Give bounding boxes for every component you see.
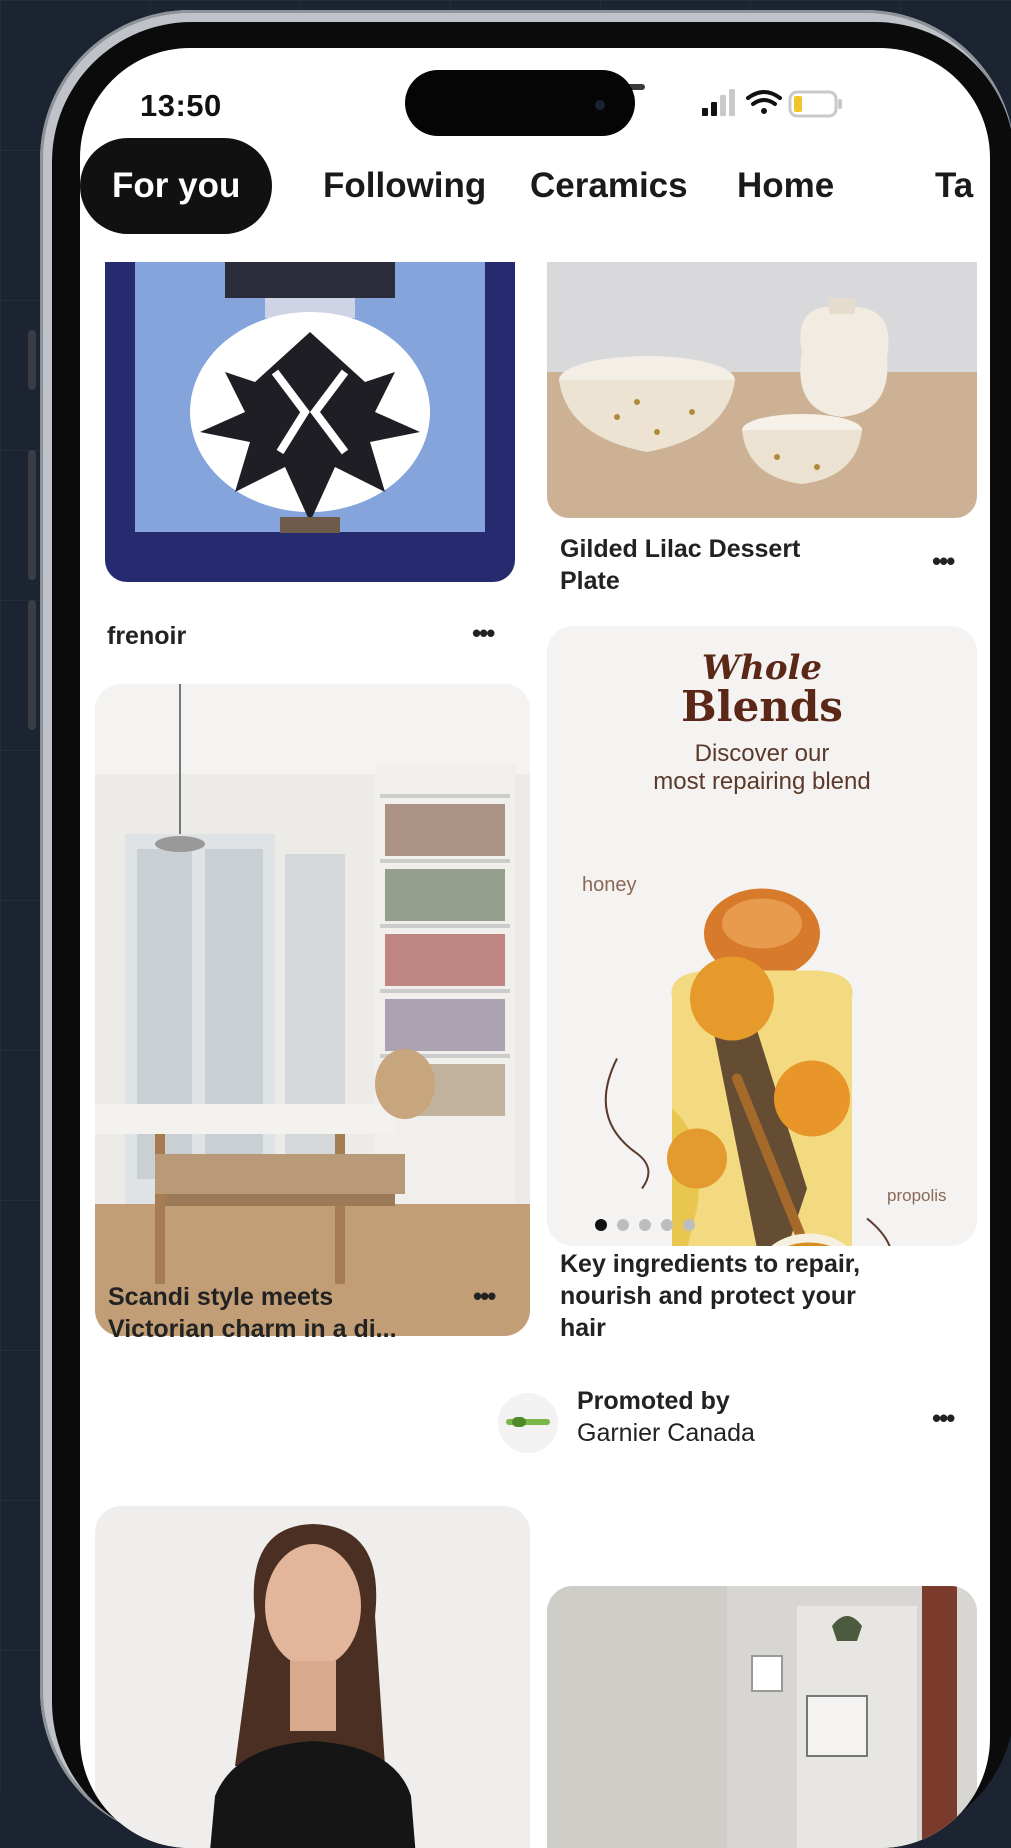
pin-ad-title-line1: Key ingredients to repair,: [560, 1250, 861, 1278]
carousel-dot-1[interactable]: [595, 1219, 607, 1231]
pin-art-title: frenoir: [107, 622, 187, 650]
pin-ad-more-button[interactable]: •••: [932, 1403, 955, 1434]
tab-partial[interactable]: Ta: [935, 138, 973, 234]
portrait-illustration: [210, 1524, 416, 1848]
tab-following[interactable]: Following: [323, 138, 486, 234]
pin-art-more-button[interactable]: •••: [472, 618, 495, 649]
status-time: 13:50: [140, 88, 222, 123]
shampoo-bottle-illustration: [604, 888, 891, 1246]
promoted-by-block: Promoted by Garnier Canada: [577, 1385, 755, 1449]
pin-room-title-line1: Scandi style meets: [108, 1283, 334, 1311]
tab-ceramics[interactable]: Ceramics: [530, 138, 688, 234]
carousel-dot-2[interactable]: [617, 1219, 629, 1231]
tab-home[interactable]: Home: [737, 138, 834, 234]
ad-brand-line2: Blends: [681, 682, 843, 731]
ad-subtitle-line1: Discover our: [694, 740, 830, 767]
pin-bowls-title-line1: Gilded Lilac Dessert: [560, 535, 801, 563]
volume-up-button: [28, 450, 36, 580]
carousel-dot-4[interactable]: [661, 1219, 673, 1231]
ad-label-honey: honey: [582, 874, 637, 896]
front-camera: [595, 100, 605, 110]
battery-icon: [788, 90, 842, 118]
pin-ad-title-line3: hair: [560, 1314, 606, 1342]
advertiser-avatar[interactable]: [498, 1393, 558, 1453]
advertiser-name[interactable]: Garnier Canada: [577, 1417, 755, 1449]
carousel-dot-3[interactable]: [639, 1219, 651, 1231]
ad-label-propolis: propolis: [887, 1186, 947, 1205]
signal-icon: [702, 89, 735, 116]
pin-ad-title-line2: nourish and protect your: [560, 1282, 856, 1310]
pin-interior-image[interactable]: [547, 1586, 977, 1848]
pin-portrait-image[interactable]: [95, 1506, 530, 1848]
pin-bowls-image[interactable]: [547, 262, 977, 518]
volume-down-button: [28, 600, 36, 730]
category-tabs: For you Following Ceramics Home Ta: [80, 138, 990, 238]
pin-room-more-button[interactable]: •••: [473, 1281, 496, 1312]
pin-ad-image[interactable]: Whole Blends Discover our most repairing…: [547, 626, 977, 1246]
status-icons: [702, 89, 842, 118]
wifi-icon: [746, 90, 782, 114]
carousel-dots[interactable]: [595, 1218, 705, 1236]
pin-bowls-title-line2: Plate: [560, 567, 620, 595]
promoted-label: Promoted by: [577, 1387, 730, 1415]
phone-screen: 13:50 For you Following Ceramics Home Ta: [80, 48, 990, 1848]
carousel-dot-5[interactable]: [683, 1219, 695, 1231]
ad-subtitle-line2: most repairing blend: [653, 768, 871, 795]
pin-room-title-line2: Victorian charm in a di...: [108, 1315, 397, 1343]
interior-illustration: [547, 1586, 957, 1848]
silent-switch: [28, 330, 36, 390]
pin-room-image[interactable]: [95, 684, 530, 1336]
pin-bowls-more-button[interactable]: •••: [932, 546, 955, 577]
tab-for-you[interactable]: For you: [80, 138, 273, 234]
pin-art-image[interactable]: [105, 262, 515, 582]
dynamic-island: [405, 70, 635, 136]
